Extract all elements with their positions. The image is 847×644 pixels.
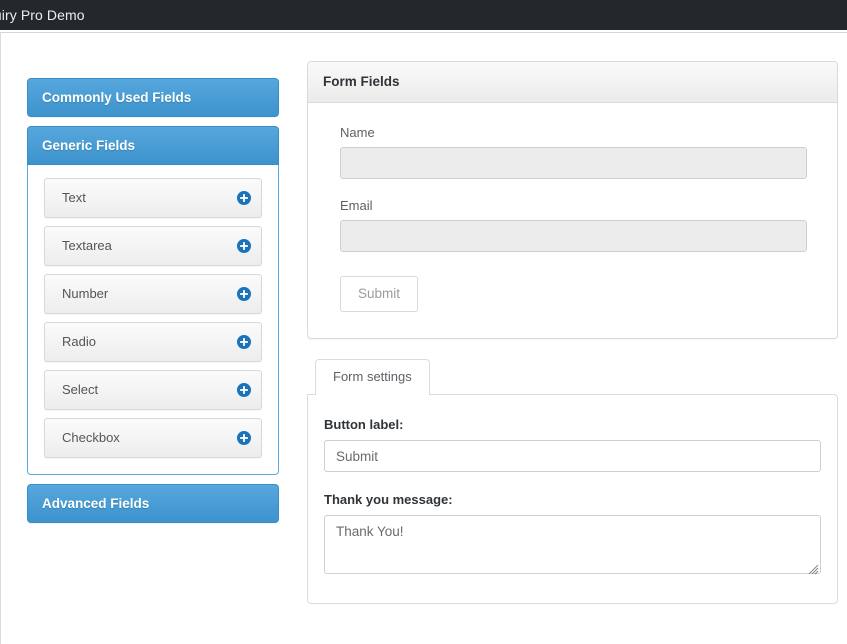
- thank-you-message-textarea[interactable]: Thank You!: [324, 515, 821, 574]
- plus-circle-icon[interactable]: [237, 335, 251, 349]
- name-field-label: Name: [340, 125, 375, 140]
- form-fields-card: Form Fields Name Email Submit: [307, 61, 838, 339]
- field-type-label: Checkbox: [62, 430, 120, 445]
- form-settings-tabpane: Button label: Thank you message: Thank Y…: [307, 394, 838, 604]
- accordion-header-advanced-fields[interactable]: Advanced Fields: [27, 484, 279, 523]
- thank-you-message-wrapper: Thank You!: [324, 515, 821, 577]
- admin-bar-title[interactable]: quiry Pro Demo: [0, 0, 85, 30]
- email-field-label: Email: [340, 198, 373, 213]
- field-type-label: Text: [62, 190, 86, 205]
- field-types-accordion: Commonly Used Fields Generic Fields Text…: [27, 78, 279, 532]
- tab-form-settings[interactable]: Form settings: [315, 359, 430, 395]
- submit-button[interactable]: Submit: [340, 276, 419, 312]
- accordion-panel-generic-fields: Generic Fields Text Textarea Number Radi…: [27, 126, 279, 475]
- accordion-header-label: Advanced Fields: [42, 496, 150, 511]
- accordion-header-label: Generic Fields: [42, 138, 136, 153]
- form-field-name: Name: [340, 125, 807, 179]
- plus-circle-icon[interactable]: [237, 383, 251, 397]
- name-input[interactable]: [340, 147, 807, 179]
- field-type-item-text[interactable]: Text: [44, 178, 262, 218]
- form-settings-tabstrip: Form settings: [307, 359, 838, 395]
- button-label-input[interactable]: [324, 440, 821, 472]
- accordion-panel-commonly-used-fields: Commonly Used Fields: [27, 78, 279, 117]
- field-type-label: Radio: [62, 334, 96, 349]
- thank-you-message-caption: Thank you message:: [324, 492, 453, 507]
- field-type-item-checkbox[interactable]: Checkbox: [44, 418, 262, 458]
- form-settings-card: Form settings Button label: Thank you me…: [307, 359, 838, 604]
- page-canvas: Commonly Used Fields Generic Fields Text…: [0, 33, 847, 644]
- admin-bar: quiry Pro Demo: [0, 0, 847, 30]
- tab-form-settings-label: Form settings: [333, 369, 412, 384]
- field-type-item-radio[interactable]: Radio: [44, 322, 262, 362]
- form-builder-content: Form Fields Name Email Submit Form setti…: [307, 61, 838, 604]
- form-fields-card-header: Form Fields: [308, 62, 837, 103]
- field-type-label: Select: [62, 382, 99, 397]
- form-field-email: Email: [340, 198, 807, 252]
- email-input[interactable]: [340, 220, 807, 252]
- field-type-item-textarea[interactable]: Textarea: [44, 226, 262, 266]
- accordion-panel-advanced-fields: Advanced Fields: [27, 484, 279, 523]
- field-type-item-select[interactable]: Select: [44, 370, 262, 410]
- accordion-header-generic-fields[interactable]: Generic Fields: [27, 126, 279, 165]
- accordion-header-label: Commonly Used Fields: [42, 90, 192, 105]
- plus-circle-icon[interactable]: [237, 431, 251, 445]
- accordion-body-generic-fields: Text Textarea Number Radio Select Checkb…: [27, 165, 279, 475]
- plus-circle-icon[interactable]: [237, 287, 251, 301]
- field-type-label: Textarea: [62, 238, 112, 253]
- button-label-caption: Button label:: [324, 417, 404, 432]
- plus-circle-icon[interactable]: [237, 191, 251, 205]
- form-fields-card-body: Name Email Submit: [308, 103, 837, 338]
- field-type-item-number[interactable]: Number: [44, 274, 262, 314]
- accordion-header-commonly-used-fields[interactable]: Commonly Used Fields: [27, 78, 279, 117]
- field-type-label: Number: [62, 286, 109, 301]
- form-fields-card-title: Form Fields: [323, 74, 400, 89]
- plus-circle-icon[interactable]: [237, 239, 251, 253]
